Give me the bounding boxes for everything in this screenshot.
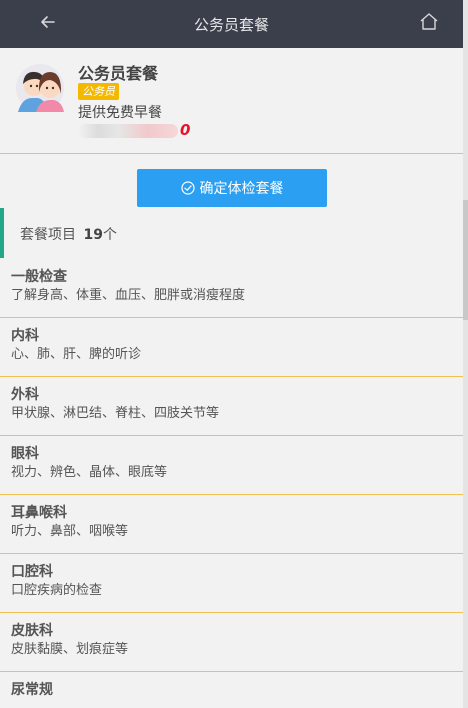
list-item[interactable]: 眼科 视力、辨色、晶体、眼底等 bbox=[0, 436, 463, 495]
list-item[interactable]: 耳鼻喉科 听力、鼻部、咽喉等 bbox=[0, 495, 463, 554]
item-name: 眼科 bbox=[11, 446, 39, 462]
item-name: 一般检查 bbox=[11, 269, 67, 285]
item-name: 耳鼻喉科 bbox=[11, 505, 67, 521]
items-section-label: 套餐项目 bbox=[20, 227, 76, 243]
package-items-header: 套餐项目 19个 bbox=[0, 208, 463, 258]
item-name: 外科 bbox=[11, 387, 39, 403]
item-description: 口腔疾病的检查 bbox=[11, 583, 103, 598]
list-item[interactable]: 一般检查 了解身高、体重、血压、肥胖或消瘦程度 bbox=[0, 259, 463, 318]
item-name: 内科 bbox=[11, 328, 39, 344]
package-price: 0 bbox=[78, 121, 198, 140]
package-description: 提供免费早餐 bbox=[78, 105, 162, 121]
price-blurred-region bbox=[78, 124, 178, 138]
page-title: 公务员套餐 bbox=[193, 15, 269, 34]
list-item[interactable]: 内科 心、肺、肝、脾的听诊 bbox=[0, 318, 463, 377]
items-count-unit: 个 bbox=[102, 227, 117, 243]
arrow-left-icon[interactable] bbox=[36, 10, 60, 34]
item-description: 甲状腺、淋巴结、脊柱、四肢关节等 bbox=[11, 406, 220, 421]
couple-avatar-icon bbox=[16, 64, 64, 112]
item-description: 了解身高、体重、血压、肥胖或消瘦程度 bbox=[11, 288, 246, 303]
price-visible-digit: 0 bbox=[180, 121, 191, 139]
item-description: 视力、辨色、晶体、眼底等 bbox=[11, 465, 168, 480]
item-description: 听力、鼻部、咽喉等 bbox=[11, 524, 129, 539]
top-navigation-bar: 公务员套餐 bbox=[0, 0, 463, 48]
scrollbar[interactable] bbox=[463, 0, 468, 708]
package-tag-badge: 公务员 bbox=[78, 83, 119, 100]
scrollbar-thumb[interactable] bbox=[463, 200, 468, 320]
item-name: 尿常规 bbox=[11, 682, 53, 698]
package-name: 公务员套餐 bbox=[78, 64, 159, 83]
item-description: 心、肺、肝、脾的听诊 bbox=[11, 347, 142, 362]
item-name: 口腔科 bbox=[11, 564, 53, 580]
confirm-button-label: 确定体检套餐 bbox=[199, 181, 284, 197]
item-name: 皮肤科 bbox=[11, 623, 53, 639]
package-summary: 公务员套餐 公务员 提供免费早餐 0 bbox=[0, 48, 463, 154]
list-item[interactable]: 尿常规 bbox=[0, 672, 463, 708]
items-count: 19 bbox=[83, 227, 103, 243]
section-accent-bar bbox=[0, 208, 4, 258]
item-description: 皮肤黏膜、划痕症等 bbox=[11, 642, 129, 657]
list-item[interactable]: 口腔科 口腔疾病的检查 bbox=[0, 554, 463, 613]
check-circle-icon bbox=[180, 181, 195, 195]
home-icon[interactable] bbox=[416, 9, 442, 35]
list-item[interactable]: 皮肤科 皮肤黏膜、划痕症等 bbox=[0, 613, 463, 672]
confirm-package-button[interactable]: 确定体检套餐 bbox=[137, 169, 327, 207]
items-count-label: 套餐项目 19个 bbox=[20, 224, 117, 244]
package-items-list: 一般检查 了解身高、体重、血压、肥胖或消瘦程度 内科 心、肺、肝、脾的听诊 外科… bbox=[0, 259, 463, 708]
list-item[interactable]: 外科 甲状腺、淋巴结、脊柱、四肢关节等 bbox=[0, 377, 463, 436]
